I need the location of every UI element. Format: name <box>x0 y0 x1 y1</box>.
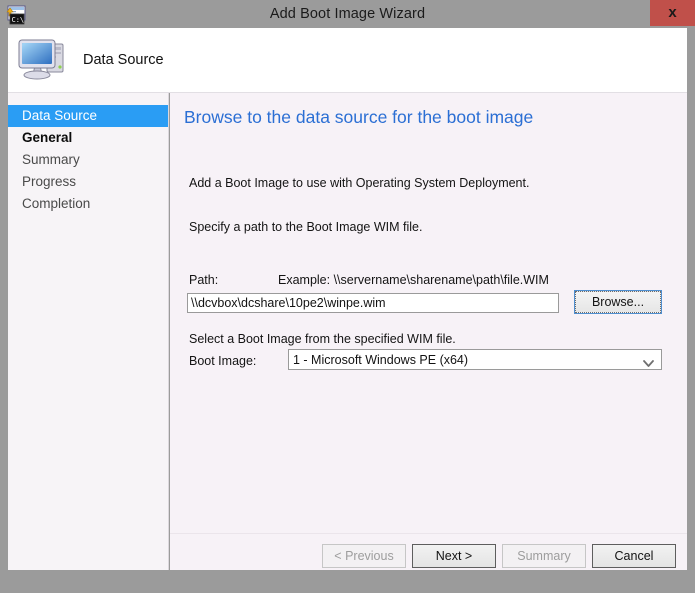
sidebar-item-label: General <box>22 130 73 145</box>
sidebar-item-label: Completion <box>22 196 91 211</box>
footer-divider <box>170 533 687 534</box>
path-example-text: Example: \\servername\sharename\path\fil… <box>278 273 549 287</box>
cancel-button[interactable]: Cancel <box>592 544 676 568</box>
close-icon: x <box>668 4 677 21</box>
title-bar: C:\ Add Boot Image Wizard x <box>0 0 695 28</box>
sidebar-item-data-source[interactable]: Data Source <box>8 105 168 127</box>
previous-button[interactable]: < Previous <box>322 544 406 568</box>
boot-image-label: Boot Image: <box>189 354 257 368</box>
sidebar-item-label: Summary <box>22 152 80 167</box>
wizard-header: Data Source <box>8 28 687 93</box>
browse-button-label: Browse... <box>575 291 661 313</box>
sidebar-item-completion[interactable]: Completion <box>8 193 168 215</box>
intro-text: Add a Boot Image to use with Operating S… <box>189 176 530 190</box>
sidebar-item-general[interactable]: General <box>8 127 168 149</box>
path-label: Path: <box>189 273 219 287</box>
sidebar-item-progress[interactable]: Progress <box>8 171 168 193</box>
next-button[interactable]: Next > <box>412 544 496 568</box>
specify-path-text: Specify a path to the Boot Image WIM fil… <box>189 220 423 234</box>
header-title: Data Source <box>83 52 164 68</box>
page-title: Browse to the data source for the boot i… <box>184 107 534 127</box>
boot-image-select[interactable]: 1 - Microsoft Windows PE (x64) <box>288 349 662 370</box>
window-title: Add Boot Image Wizard <box>269 6 426 22</box>
wizard-content-panel: Browse to the data source for the boot i… <box>170 93 687 570</box>
wizard-window: C:\ Add Boot Image Wizard x Data Source … <box>0 0 695 593</box>
select-boot-image-hint: Select a Boot Image from the specified W… <box>189 332 456 346</box>
computer-icon <box>16 32 70 86</box>
sidebar-item-summary[interactable]: Summary <box>8 149 168 171</box>
browse-button[interactable]: Browse... <box>574 290 662 314</box>
path-input[interactable] <box>187 293 559 313</box>
sidebar-item-label: Data Source <box>22 108 98 123</box>
sidebar-item-label: Progress <box>22 174 77 189</box>
wizard-steps-sidebar: Data Source General Summary Progress Com… <box>8 93 169 570</box>
summary-button[interactable]: Summary <box>502 544 586 568</box>
close-button[interactable]: x <box>650 0 695 26</box>
